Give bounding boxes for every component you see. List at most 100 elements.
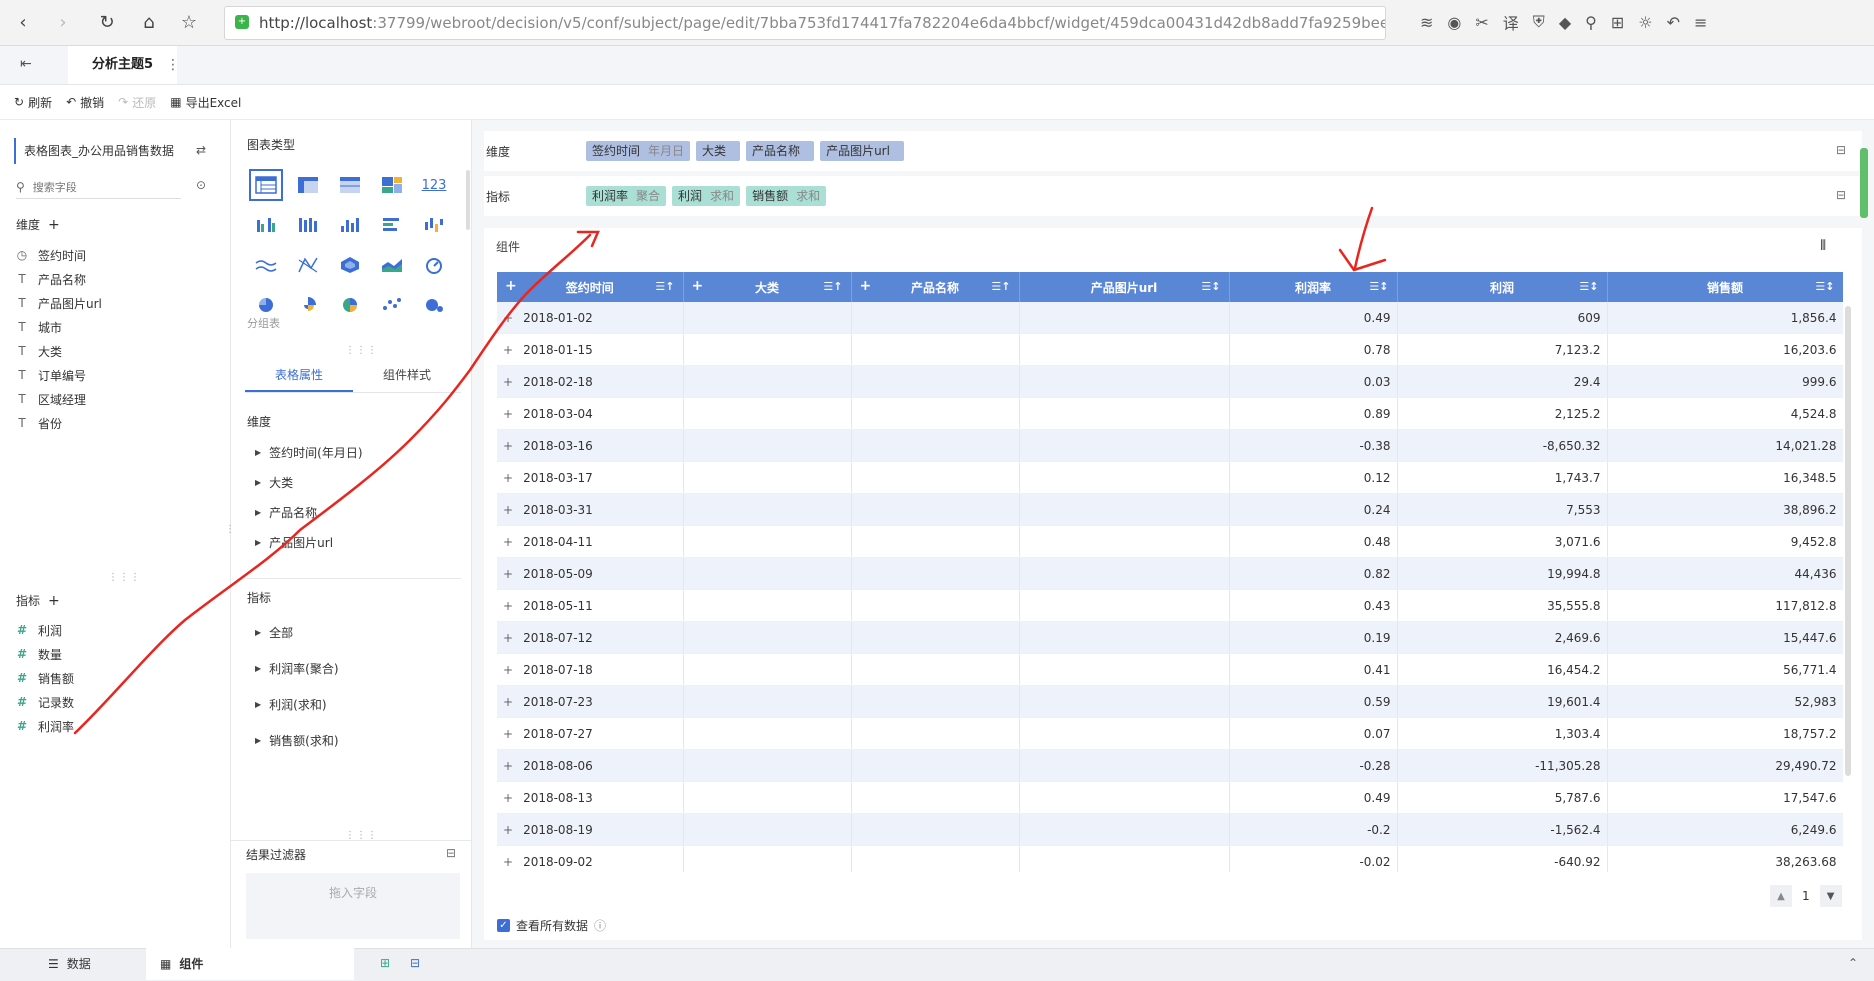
row-expand-icon[interactable]: +: [503, 439, 513, 453]
column-header[interactable]: 利润率 ☰↕: [1229, 272, 1398, 302]
chart-type-multi-pie[interactable]: [329, 285, 371, 325]
row-expand-icon[interactable]: +: [503, 471, 513, 485]
chart-type-treemap[interactable]: [371, 165, 413, 205]
address-bar[interactable]: + http://localhost:37799/webroot/decisio…: [224, 6, 1386, 40]
indicator-field[interactable]: # 利润: [16, 618, 74, 642]
table-row[interactable]: +2018-07-23 0.59 19,601.4 52,983: [497, 685, 1843, 718]
expand-plus-icon[interactable]: +: [692, 278, 704, 294]
view-all-checkbox[interactable]: ✓: [497, 919, 510, 932]
indicator-pill[interactable]: 销售额 求和: [746, 186, 827, 206]
tab-component[interactable]: ▦ 组件: [146, 948, 354, 980]
dimension-pill[interactable]: 大类: [696, 141, 741, 161]
chart-type-range-bar[interactable]: [413, 205, 455, 245]
table-row[interactable]: +2018-08-13 0.49 5,787.6 17,547.6: [497, 781, 1843, 814]
column-header[interactable]: + 签约时间 ☰↑: [497, 272, 684, 302]
chart-type-scatter[interactable]: [371, 285, 413, 325]
tab-more-icon[interactable]: ⋮: [166, 46, 180, 84]
bookmark-star-icon[interactable]: ☆: [172, 5, 206, 39]
sort-icon[interactable]: ☰↕: [1579, 280, 1598, 293]
dimension-shelf-lock-icon[interactable]: ⊟: [1836, 143, 1846, 157]
add-dimension-icon[interactable]: +: [48, 217, 60, 233]
column-header[interactable]: 利润 ☰↕: [1397, 272, 1608, 302]
row-expand-icon[interactable]: +: [503, 343, 513, 357]
dimension-field[interactable]: T 订单编号: [16, 363, 102, 387]
property-dimension-item[interactable]: ▶ 大类: [255, 467, 363, 497]
gamepad-icon[interactable]: ◆: [1559, 13, 1571, 32]
row-expand-icon[interactable]: +: [503, 535, 513, 549]
sort-icon[interactable]: ☰↕: [1201, 280, 1220, 293]
translate-icon[interactable]: 译: [1503, 10, 1519, 34]
expand-plus-icon[interactable]: +: [505, 278, 517, 294]
table-row[interactable]: +2018-05-09 0.82 19,994.8 44,436: [497, 557, 1843, 590]
chart-type-bar[interactable]: [329, 205, 371, 245]
table-scrollbar[interactable]: [1845, 306, 1851, 776]
dimension-field[interactable]: ◷ 签约时间: [16, 243, 102, 267]
search-input[interactable]: [30, 179, 165, 195]
chart-type-gauge[interactable]: [413, 245, 455, 285]
tab-table-properties[interactable]: 表格属性: [245, 358, 353, 392]
dimension-field[interactable]: T 大类: [16, 339, 102, 363]
chart-type-bubble[interactable]: [413, 285, 455, 325]
property-dimension-item[interactable]: ▶ 产品名称: [255, 497, 363, 527]
table-row[interactable]: +2018-05-11 0.43 35,555.8 117,812.8: [497, 589, 1843, 622]
table-row[interactable]: +2018-09-02 -0.02 -640.92 38,263.68: [497, 845, 1843, 872]
sort-icon[interactable]: ☰↕: [1369, 280, 1388, 293]
dimension-pill[interactable]: 签约时间 年月日: [586, 141, 691, 161]
reload-icon[interactable]: ↻: [90, 5, 124, 39]
sort-icon[interactable]: ☰↑: [991, 280, 1010, 293]
indicator-pill[interactable]: 利润率 聚合: [586, 186, 667, 206]
info-icon[interactable]: ⓘ: [594, 917, 606, 934]
dataset-name[interactable]: 表格图表_办公用品销售数据: [14, 138, 204, 164]
dimension-shelf[interactable]: 维度 签约时间 年月日 大类 产品名称 产品图片url ⊟: [484, 131, 1862, 171]
row-expand-icon[interactable]: +: [503, 663, 513, 677]
row-expand-icon[interactable]: +: [503, 407, 513, 421]
home-icon[interactable]: ⌂: [132, 5, 166, 39]
dimension-field[interactable]: T 城市: [16, 315, 102, 339]
more-icon[interactable]: ⊙: [196, 178, 206, 192]
row-expand-icon[interactable]: +: [503, 695, 513, 709]
column-header[interactable]: + 大类 ☰↑: [683, 272, 852, 302]
row-expand-icon[interactable]: +: [503, 855, 513, 869]
property-indicator-item[interactable]: ▶ 全部: [255, 614, 339, 650]
column-header[interactable]: + 产品名称 ☰↑: [851, 272, 1020, 302]
expand-plus-icon[interactable]: +: [860, 278, 872, 294]
property-indicator-item[interactable]: ▶ 销售额(求和): [255, 722, 339, 758]
table-row[interactable]: +2018-03-04 0.89 2,125.2 4,524.8: [497, 397, 1843, 430]
row-expand-icon[interactable]: +: [503, 823, 513, 837]
chart-type-horizontal-bar[interactable]: [371, 205, 413, 245]
grid-icon[interactable]: ⊞: [1611, 13, 1624, 32]
chart-type-line[interactable]: [245, 245, 287, 285]
component-settings-icon[interactable]: ⦀: [1820, 238, 1826, 254]
chart-grid-scrollbar[interactable]: [466, 170, 470, 230]
undo-icon[interactable]: ↶: [1667, 13, 1680, 32]
indicator-field[interactable]: # 数量: [16, 642, 74, 666]
table-row[interactable]: +2018-01-02 0.49 609 1,856.4: [497, 302, 1843, 334]
tab-component-style[interactable]: 组件样式: [353, 358, 461, 392]
property-indicator-item[interactable]: ▶ 利润率(聚合): [255, 650, 339, 686]
table-row[interactable]: +2018-08-06 -0.28 -11,305.28 29,490.72: [497, 749, 1843, 782]
dimension-field[interactable]: T 产品图片url: [16, 291, 102, 315]
table-row[interactable]: +2018-02-18 0.03 29.4 999.6: [497, 365, 1843, 398]
table-row[interactable]: +2018-08-19 -0.2 -1,562.4 6,249.6: [497, 813, 1843, 846]
chart-type-area[interactable]: [371, 245, 413, 285]
next-page-button[interactable]: ▼: [1819, 885, 1842, 907]
chart-type-cross-table[interactable]: [287, 165, 329, 205]
filter-drop-zone[interactable]: 拖入字段: [246, 873, 460, 939]
table-row[interactable]: +2018-07-12 0.19 2,469.6 15,447.6: [497, 621, 1843, 654]
table-row[interactable]: +2018-04-11 0.48 3,071.6 9,452.8: [497, 525, 1843, 558]
redo-button[interactable]: ↷ 还原: [118, 94, 156, 111]
row-expand-icon[interactable]: +: [503, 311, 513, 325]
dimension-pill[interactable]: 产品图片url: [820, 141, 904, 161]
chart-type-detail-table[interactable]: [329, 165, 371, 205]
indicator-shelf[interactable]: 指标 利润率 聚合 利润 求和 销售额 求和 ⊟: [484, 176, 1862, 216]
row-expand-icon[interactable]: +: [503, 631, 513, 645]
row-expand-icon[interactable]: +: [503, 375, 513, 389]
table-row[interactable]: +2018-03-16 -0.38 -8,650.32 14,021.28: [497, 429, 1843, 462]
column-header[interactable]: 销售额 ☰↕: [1607, 272, 1843, 302]
workspace-scrollbar[interactable]: [1860, 148, 1868, 218]
chart-type-radar[interactable]: [329, 245, 371, 285]
extension-icon[interactable]: ◉: [1447, 13, 1461, 32]
row-expand-icon[interactable]: +: [503, 727, 513, 741]
indicator-field[interactable]: # 销售额: [16, 666, 74, 690]
row-expand-icon[interactable]: +: [503, 503, 513, 517]
